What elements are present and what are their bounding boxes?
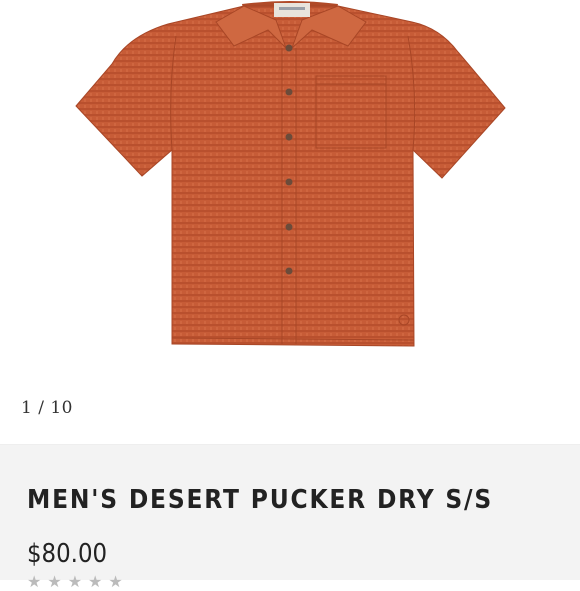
image-counter: 1 / 10	[21, 398, 73, 418]
star-icon: ★	[67, 574, 83, 591]
product-gallery[interactable]: 1 / 10	[0, 0, 580, 444]
star-icon: ★	[88, 574, 103, 591]
product-price: $80.00	[27, 539, 108, 569]
product-details: MEN'S DESERT PUCKER DRY S/S $80.00 ★ ★ ★…	[0, 445, 580, 591]
star-icon: ★	[27, 574, 42, 591]
star-icon: ★	[108, 574, 123, 591]
product-image[interactable]	[0, 0, 580, 380]
star-icon: ★	[47, 574, 62, 591]
rating-stars[interactable]: ★ ★ ★ ★ ★	[27, 575, 123, 591]
product-title: MEN'S DESERT PUCKER DRY S/S	[27, 485, 494, 515]
